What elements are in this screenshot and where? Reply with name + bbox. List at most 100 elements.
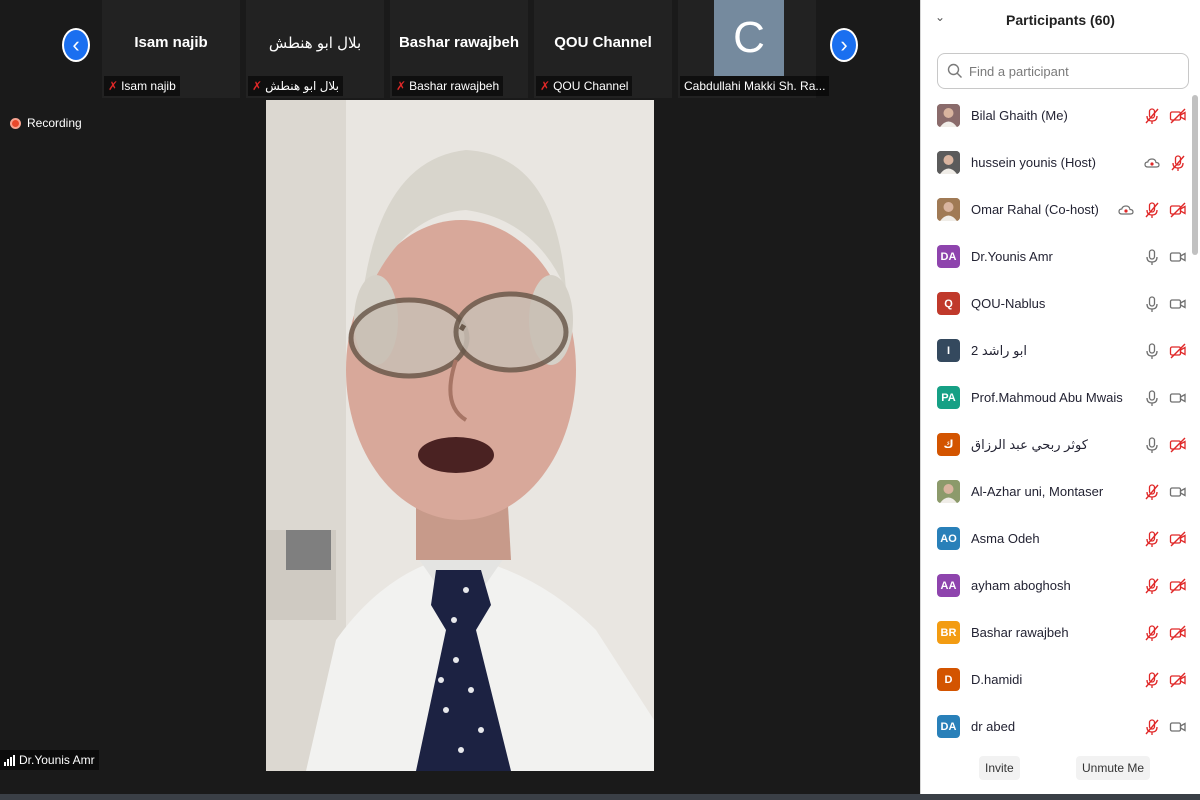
mic-icon[interactable] <box>1143 436 1161 454</box>
video-icon[interactable] <box>1169 248 1187 266</box>
thumbnail-display-name: بلال ابو هنطش <box>268 35 362 52</box>
participant-row[interactable]: BR Bashar rawajbeh <box>921 609 1193 656</box>
participant-name: كوثر ربحي عبد الرزاق <box>971 436 1088 452</box>
participant-name: hussein younis (Host) <box>971 155 1096 170</box>
panel-footer: Invite Unmute Me <box>921 748 1200 788</box>
active-speaker-video <box>266 100 654 771</box>
mic-icon[interactable] <box>1143 342 1161 360</box>
participant-name: Dr.Younis Amr <box>971 249 1053 264</box>
participant-row[interactable]: PA Prof.Mahmoud Abu Mwais <box>921 374 1193 421</box>
participant-status-icons <box>1143 671 1187 689</box>
mic-muted-icon: ✗ <box>396 79 407 93</box>
record-icon <box>10 117 21 129</box>
mic-muted-icon[interactable] <box>1143 671 1161 689</box>
participant-name: dr abed <box>971 719 1016 734</box>
participant-row[interactable]: AO Asma Odeh <box>921 515 1193 562</box>
participant-row[interactable]: D D.hamidi <box>921 656 1193 703</box>
thumbnail-display-name: QOU Channel <box>554 34 652 51</box>
next-page-button[interactable]: › <box>830 28 858 62</box>
participant-status-icons <box>1143 718 1187 736</box>
recording-indicator[interactable]: Recording <box>10 116 82 130</box>
invite-button[interactable]: Invite <box>979 756 1020 780</box>
mic-muted-icon[interactable] <box>1143 577 1161 595</box>
video-off-icon[interactable] <box>1169 342 1187 360</box>
mic-icon[interactable] <box>1143 248 1161 266</box>
video-off-icon[interactable] <box>1169 530 1187 548</box>
participant-name: ابو راشد 2 <box>971 342 1028 358</box>
thumbnail-tile[interactable]: بلال ابو هنطش ✗ بلال ابو هنطش <box>246 0 386 98</box>
unmute-me-button[interactable]: Unmute Me <box>1076 756 1151 780</box>
thumbnail-label-text: QOU Channel <box>553 79 629 93</box>
scrollbar[interactable] <box>1192 95 1198 255</box>
video-off-icon[interactable] <box>1169 671 1187 689</box>
participant-avatar: PA <box>937 386 960 409</box>
cloud-recording-icon <box>1144 157 1160 168</box>
participant-row[interactable]: DA dr abed <box>921 703 1193 742</box>
participant-row[interactable]: Al-Azhar uni, Montaser <box>921 468 1193 515</box>
participant-avatar: DA <box>937 245 960 268</box>
participant-name: QOU-Nablus <box>971 296 1046 311</box>
video-off-icon[interactable] <box>1169 436 1187 454</box>
participant-status-icons <box>1143 577 1187 595</box>
mic-muted-icon: ✗ <box>540 79 551 93</box>
search-input[interactable] <box>969 63 1179 79</box>
participant-status-icons <box>1143 530 1187 548</box>
mic-muted-icon[interactable] <box>1143 201 1161 219</box>
participant-row[interactable]: Q QOU-Nablus <box>921 280 1193 327</box>
participant-name: Al-Azhar uni, Montaser <box>971 484 1104 499</box>
thumbnail-tile[interactable]: QOU Channel ✗ QOU Channel <box>534 0 674 98</box>
active-speaker-label: Dr.Younis Amr <box>0 750 99 770</box>
participant-search[interactable] <box>937 53 1189 89</box>
participant-status-icons <box>1143 248 1187 266</box>
participant-name: Asma Odeh <box>971 531 1040 546</box>
mic-muted-icon[interactable] <box>1143 530 1161 548</box>
participant-status-icons <box>1117 201 1187 219</box>
video-off-icon[interactable] <box>1169 201 1187 219</box>
panel-header: ⌄ Participants (60) <box>921 0 1200 40</box>
participant-avatar: I <box>937 339 960 362</box>
participant-avatar: AO <box>937 527 960 550</box>
participant-status-icons <box>1143 483 1187 501</box>
video-off-icon[interactable] <box>1169 107 1187 125</box>
mic-muted-icon: ✗ <box>108 79 119 93</box>
video-icon[interactable] <box>1169 389 1187 407</box>
mic-muted-icon[interactable] <box>1169 154 1187 172</box>
meeting-area: ‹ Isam najib ✗ Isam najib بلال ابو هنطش … <box>0 0 920 800</box>
video-icon[interactable] <box>1169 718 1187 736</box>
mic-muted-icon[interactable] <box>1143 718 1161 736</box>
participant-row[interactable]: hussein younis (Host) <box>921 139 1193 186</box>
participant-avatar: DA <box>937 715 960 738</box>
participant-avatar: Q <box>937 292 960 315</box>
participant-row[interactable]: I ابو راشد 2 <box>921 327 1193 374</box>
thumbnail-tile[interactable]: C Cabdullahi Makki Sh. Ra... <box>678 0 830 98</box>
mic-muted-icon[interactable] <box>1143 107 1161 125</box>
participant-status-icons <box>1143 154 1187 172</box>
chevron-down-icon[interactable]: ⌄ <box>935 10 945 24</box>
participant-row[interactable]: DA Dr.Younis Amr <box>921 233 1193 280</box>
participant-photo-avatar <box>937 480 960 503</box>
active-speaker-name: Dr.Younis Amr <box>19 753 95 767</box>
panel-title: Participants (60) <box>1006 12 1115 28</box>
participant-photo-avatar <box>937 151 960 174</box>
participant-row[interactable]: ك كوثر ربحي عبد الرزاق <box>921 421 1193 468</box>
participant-status-icons <box>1143 389 1187 407</box>
mic-icon[interactable] <box>1143 389 1161 407</box>
mic-muted-icon[interactable] <box>1143 624 1161 642</box>
participant-photo-avatar <box>937 104 960 127</box>
participant-row[interactable]: Omar Rahal (Co-host) <box>921 186 1193 233</box>
mic-muted-icon[interactable] <box>1143 483 1161 501</box>
video-icon[interactable] <box>1169 483 1187 501</box>
signal-strength-icon <box>4 754 15 766</box>
prev-page-button[interactable]: ‹ <box>62 28 90 62</box>
video-icon[interactable] <box>1169 295 1187 313</box>
taskbar-strip <box>0 794 1200 800</box>
participant-list: Bilal Ghaith (Me) hussein younis (Host) Om… <box>921 92 1193 742</box>
video-off-icon[interactable] <box>1169 577 1187 595</box>
participant-row[interactable]: AA ayham aboghosh <box>921 562 1193 609</box>
participant-name: Omar Rahal (Co-host) <box>971 202 1099 217</box>
video-off-icon[interactable] <box>1169 624 1187 642</box>
mic-icon[interactable] <box>1143 295 1161 313</box>
thumbnail-tile[interactable]: Isam najib ✗ Isam najib <box>102 0 242 98</box>
thumbnail-tile[interactable]: Bashar rawajbeh ✗ Bashar rawajbeh <box>390 0 530 98</box>
participant-row[interactable]: Bilal Ghaith (Me) <box>921 92 1193 139</box>
